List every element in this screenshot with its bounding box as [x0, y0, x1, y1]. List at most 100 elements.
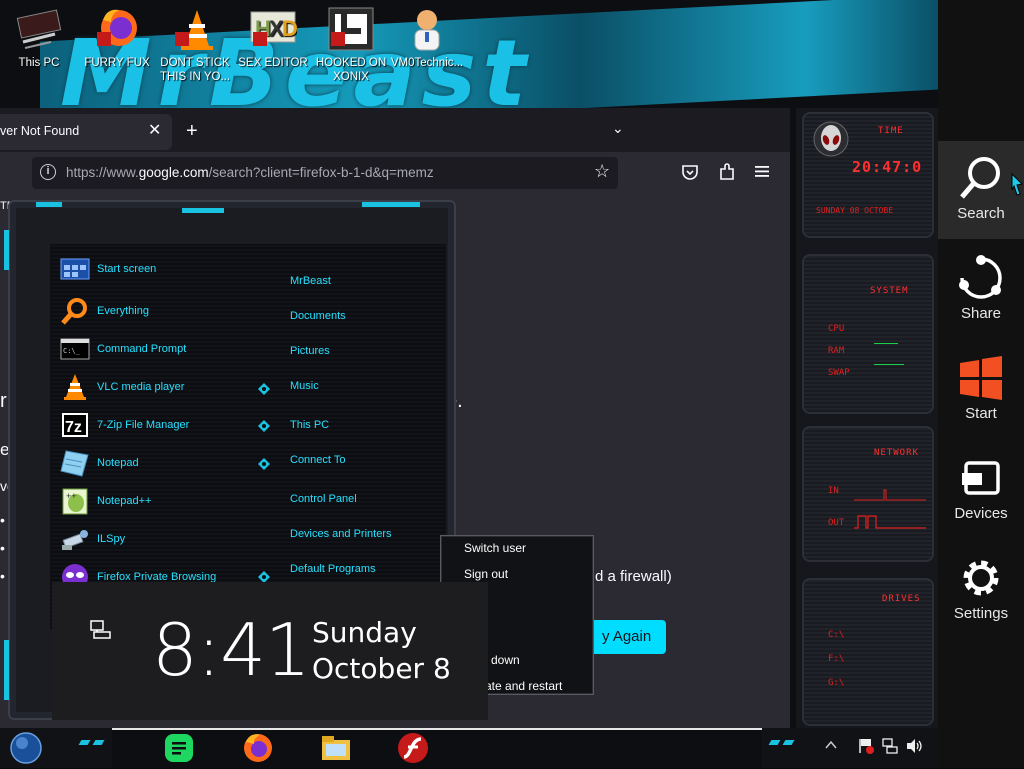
drive-f-label: F:\ — [828, 654, 845, 664]
desktop-icon-firefox[interactable]: FURRY FUX — [78, 6, 156, 70]
place-connect-to[interactable]: Connect To — [290, 454, 345, 466]
desktop-icon-vlc[interactable]: DONT STICK THIS IN YO... — [156, 6, 234, 84]
time-gadget: TIME 20:47:0 SUNDAY 08 OCTOBE — [802, 112, 934, 238]
bookmark-star-icon[interactable]: ☆ — [594, 161, 610, 182]
program-label: VLC media player — [97, 381, 185, 393]
tab-active[interactable]: ver Not Found ✕ — [0, 114, 172, 150]
network-icon[interactable] — [882, 738, 898, 757]
frame-accent — [182, 208, 224, 213]
drive-g-label: G:\ — [828, 678, 845, 688]
taskbar-accent — [78, 740, 91, 745]
url-text[interactable]: https://www.google.com/search?client=fir… — [66, 165, 434, 180]
chevron-down-icon[interactable]: ⌄ — [612, 120, 624, 137]
program-label: Command Prompt — [97, 343, 187, 355]
charm-start[interactable]: Start — [938, 341, 1024, 439]
gadgets-panel: TIME 20:47:0 SUNDAY 08 OCTOBE SYSTEM CPU… — [796, 108, 939, 728]
submenu-arrow-icon — [258, 419, 270, 432]
program-firefox-private[interactable]: Firefox Private Browsing — [58, 561, 278, 583]
charm-label: Settings — [953, 605, 1009, 622]
desktop-icon-xonix[interactable]: HOOKED ON XONIX — [312, 6, 390, 84]
flash-player-icon[interactable] — [397, 732, 429, 764]
drive-c-label: C:\ — [828, 630, 845, 640]
url-bar[interactable]: i https://www.google.com/search?client=f… — [32, 157, 618, 189]
shut-down-item[interactable]: down — [491, 653, 520, 667]
program-label: Notepad — [97, 457, 139, 469]
program-notepad[interactable]: Notepad — [58, 447, 278, 481]
extensions-icon[interactable] — [718, 163, 736, 186]
svg-text:D: D — [282, 16, 297, 41]
place-documents[interactable]: Documents — [290, 310, 346, 322]
flag-icon[interactable] — [858, 738, 874, 757]
place-devices-printers[interactable]: Devices and Printers — [290, 528, 392, 540]
start-orb-icon[interactable] — [10, 732, 42, 764]
place-mrbeast[interactable]: MrBeast — [290, 275, 331, 287]
charm-settings[interactable]: Settings — [938, 541, 1024, 639]
charm-label: Devices — [954, 505, 1008, 522]
frame-accent — [36, 202, 62, 207]
desktop-icon-vm0[interactable]: VM0Technic... — [388, 6, 466, 70]
program-label: Start screen — [97, 263, 157, 275]
network-status-icon — [90, 620, 112, 640]
ram-label: RAM — [828, 346, 845, 356]
firefox-icon[interactable] — [242, 732, 274, 764]
this-pc-icon — [15, 6, 63, 52]
frame-accent — [362, 202, 420, 207]
desktop-icon-label: SEX EDITOR — [238, 57, 308, 69]
switch-user-item[interactable]: Switch user — [464, 541, 526, 555]
lock-clock-overlay: 8:41 Sunday October 8 — [52, 582, 488, 720]
place-control-panel[interactable]: Control Panel — [290, 493, 357, 505]
info-icon[interactable]: i — [40, 164, 56, 180]
charm-label: Search — [957, 205, 1005, 222]
notepadpp-icon: ++ — [60, 487, 90, 515]
notes-app-icon[interactable] — [163, 732, 195, 764]
program-vlc[interactable]: VLC media player — [58, 371, 278, 405]
desktop-icon-hex-editor[interactable]: HXD SEX EDITOR — [234, 6, 312, 70]
program-command-prompt[interactable]: C:\_ Command Prompt — [58, 333, 278, 367]
firewall-text: d a firewall) — [595, 568, 672, 585]
program-start-screen[interactable]: Start screen — [58, 253, 278, 287]
ilspy-icon — [60, 525, 90, 553]
network-out-label: OUT — [828, 518, 845, 528]
program-ilspy[interactable]: ILSpy — [58, 523, 278, 557]
taskbar-accent — [782, 740, 795, 745]
firefox-icon — [93, 6, 141, 52]
magnifier-icon — [60, 297, 90, 325]
file-explorer-icon[interactable] — [320, 732, 352, 764]
system-title: SYSTEM — [870, 286, 909, 296]
nav-bar: i https://www.google.com/search?client=f… — [0, 152, 790, 194]
pocket-icon[interactable] — [681, 163, 699, 186]
charm-label: Share — [960, 305, 1002, 322]
update-restart-item[interactable]: ate and restart — [485, 679, 562, 693]
program-everything[interactable]: Everything — [58, 295, 278, 329]
devices-icon — [958, 455, 1004, 501]
network-title: NETWORK — [874, 448, 919, 458]
gear-icon — [958, 555, 1004, 601]
charm-devices[interactable]: Devices — [938, 441, 1024, 539]
volume-icon[interactable] — [906, 738, 924, 757]
program-notepadpp[interactable]: ++ Notepad++ — [58, 485, 278, 519]
clock-date: October 8 — [312, 652, 451, 685]
network-in-label: IN — [828, 486, 839, 496]
show-hidden-icons-chevron-icon[interactable] — [824, 738, 838, 755]
submenu-arrow-icon — [258, 570, 270, 583]
svg-text:7z: 7z — [65, 419, 82, 436]
charm-share[interactable]: Share — [938, 241, 1024, 339]
close-tab-icon[interactable]: ✕ — [148, 120, 161, 140]
clock-time: 8:41 — [152, 608, 311, 692]
hamburger-menu-icon[interactable] — [754, 163, 770, 184]
place-default-programs[interactable]: Default Programs — [290, 563, 376, 575]
cmd-icon: C:\_ — [60, 335, 90, 363]
sign-out-item[interactable]: Sign out — [464, 567, 508, 581]
desktop-icon-this-pc[interactable]: This PC — [0, 6, 78, 70]
network-graph — [854, 486, 926, 532]
system-gadget: SYSTEM CPU RAM SWAP — [802, 254, 934, 414]
program-7zip[interactable]: 7z 7-Zip File Manager — [58, 409, 278, 443]
taskbar-accent — [768, 740, 781, 745]
place-music[interactable]: Music — [290, 380, 319, 392]
new-tab-icon[interactable]: + — [186, 120, 198, 143]
try-again-button[interactable]: y Again — [588, 620, 666, 654]
place-this-pc[interactable]: This PC — [290, 419, 329, 431]
private-browsing-icon — [60, 563, 90, 583]
place-pictures[interactable]: Pictures — [290, 345, 330, 357]
hex-editor-icon: HXD — [249, 6, 298, 52]
